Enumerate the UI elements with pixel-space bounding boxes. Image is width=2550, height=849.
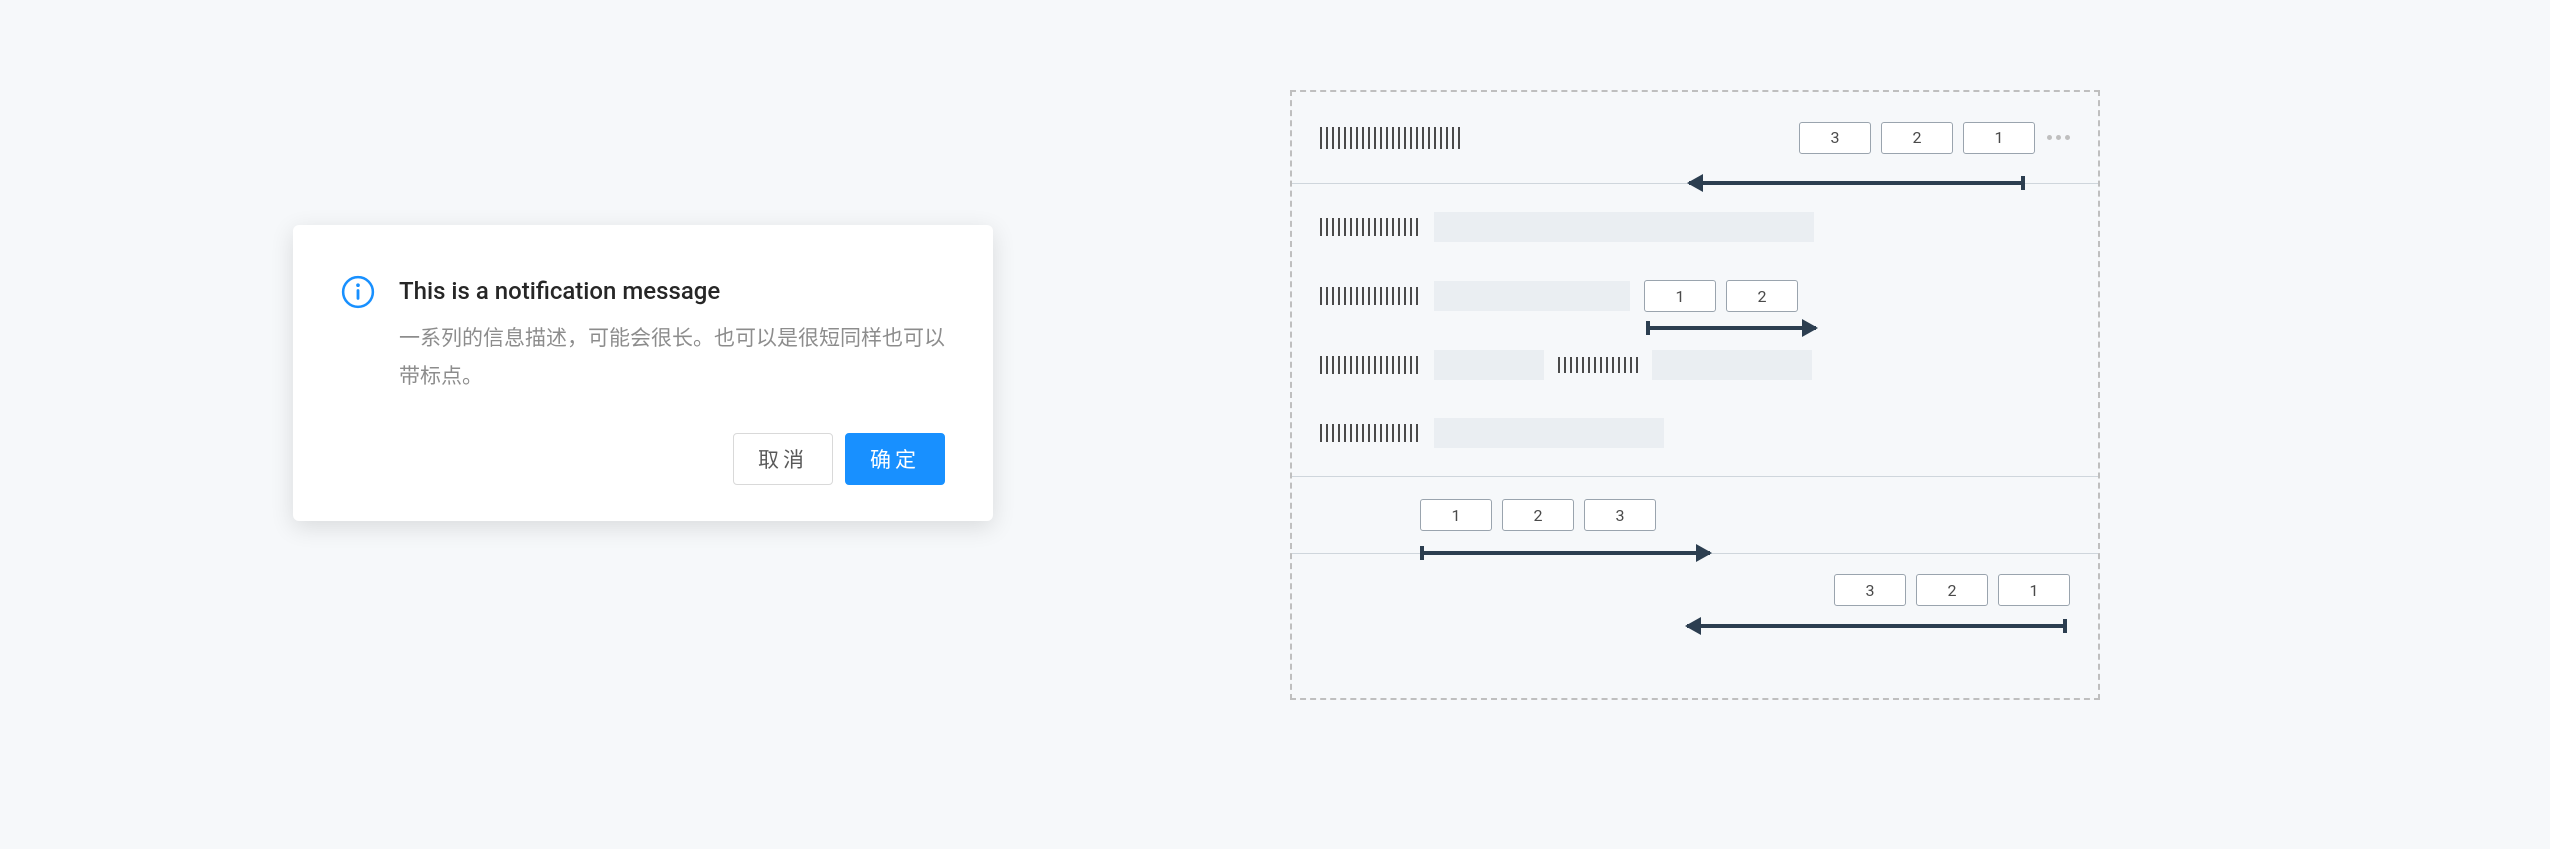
diagram-button[interactable]: 3 [1834,574,1906,606]
block-placeholder [1434,212,1814,242]
button-group-header: 3 2 1 [1799,122,2035,154]
button-group-inline: 1 2 [1644,280,1798,312]
text-placeholder [1320,356,1420,374]
diagram-button[interactable]: 1 [1963,122,2035,154]
confirm-button[interactable]: 确定 [845,433,945,485]
info-icon [341,275,375,309]
diagram-button[interactable]: 1 [1420,499,1492,531]
diagram-button[interactable]: 3 [1584,499,1656,531]
more-icon[interactable] [2047,135,2070,140]
diagram-header-row: 3 2 1 [1292,92,2098,184]
arrow-left-icon [1689,181,2025,185]
diagram-footer-row-2: 3 2 1 [1292,554,2098,626]
diagram-button[interactable]: 2 [1502,499,1574,531]
content-row [1320,212,2070,242]
diagram-button[interactable]: 1 [1998,574,2070,606]
diagram-button[interactable]: 1 [1644,280,1716,312]
diagram-button[interactable]: 2 [1916,574,1988,606]
modal-content: This is a notification message 一系列的信息描述，… [399,273,945,397]
arrow-left-icon [1687,624,2067,628]
content-row: 1 2 [1320,280,2070,312]
text-placeholder [1558,357,1638,373]
diagram-content-area: 1 2 [1292,184,2098,476]
diagram-button[interactable]: 2 [1726,280,1798,312]
modal-body: This is a notification message 一系列的信息描述，… [341,273,945,397]
modal-description: 一系列的信息描述，可能会很长。也可以是很短同样也可以带标点。 [399,321,945,397]
info-icon-wrap [341,273,375,397]
text-placeholder [1320,424,1420,442]
modal-title: This is a notification message [399,273,945,309]
modal-footer: 取消 确定 [341,433,945,485]
text-placeholder [1320,287,1420,305]
block-placeholder [1434,350,1544,380]
block-placeholder [1434,281,1630,311]
button-group-footer-1: 1 2 3 [1420,499,1656,531]
arrow-right-icon [1646,326,1816,330]
content-row [1320,350,2070,380]
block-placeholder [1434,418,1664,448]
diagram-button[interactable]: 2 [1881,122,1953,154]
notification-modal: This is a notification message 一系列的信息描述，… [293,225,993,521]
text-placeholder [1320,127,1460,149]
diagram-button[interactable]: 3 [1799,122,1871,154]
layout-diagram: 3 2 1 1 2 [1290,90,2100,700]
block-placeholder [1652,350,1812,380]
button-group-footer-2: 3 2 1 [1834,574,2070,606]
diagram-footer-row-1: 1 2 3 [1292,476,2098,554]
cancel-button[interactable]: 取消 [733,433,833,485]
content-row [1320,418,2070,448]
text-placeholder [1320,218,1420,236]
